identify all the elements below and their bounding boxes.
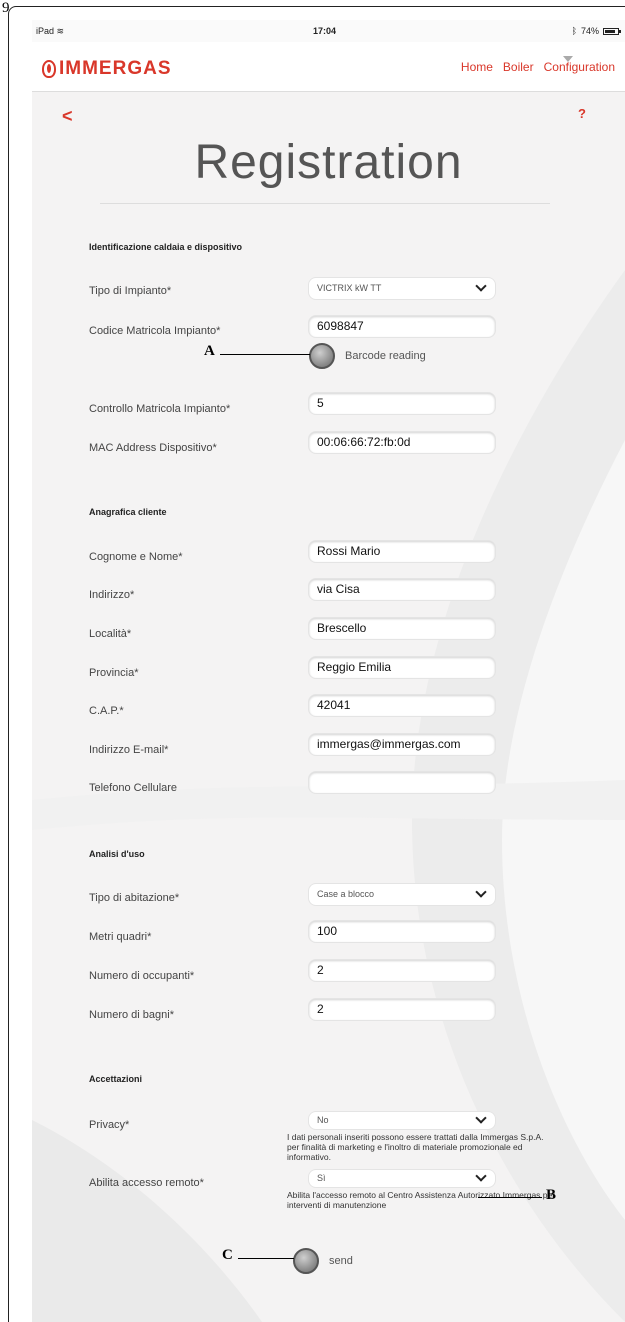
accesso-remoto-label: Abilita accesso remoto*: [89, 1177, 204, 1189]
accesso-remoto-note: Abilita l'accesso remoto al Centro Assis…: [287, 1190, 556, 1210]
codice-matricola-input[interactable]: 6098847: [309, 316, 495, 337]
tipo-abitazione-label: Tipo di abitazione*: [89, 892, 180, 904]
localita-input[interactable]: Brescello: [309, 618, 495, 639]
status-bar: iPad ≋ 17:04 ᛒ 74%: [32, 20, 625, 42]
bagni-label: Numero di bagni*: [89, 1009, 174, 1021]
send-label: send: [329, 1255, 353, 1267]
nav-home[interactable]: Home: [461, 60, 493, 74]
occupanti-label: Numero di occupanti*: [89, 970, 195, 982]
section-accettazioni: Accettazioni: [89, 1074, 143, 1084]
tipo-impianto-value: VICTRIX kW TT: [317, 283, 382, 293]
section-analisi: Analisi d'uso: [89, 849, 145, 859]
cognome-nome-label: Cognome e Nome*: [89, 551, 183, 563]
accesso-remoto-select[interactable]: Sì: [309, 1170, 495, 1187]
tipo-abitazione-select[interactable]: Case a blocco: [309, 884, 495, 905]
cap-label: C.A.P.*: [89, 705, 124, 717]
nav-bar: IMMERGAS Home Boiler Configuration: [32, 42, 625, 92]
callout-b: B: [546, 1187, 557, 1203]
telefono-input[interactable]: [309, 772, 495, 793]
barcode-reading-button[interactable]: [309, 343, 335, 369]
help-button[interactable]: ?: [578, 106, 586, 121]
metri-quadri-input[interactable]: 100: [309, 921, 495, 942]
battery-icon: [603, 27, 621, 35]
mac-address-label: MAC Address Dispositivo*: [89, 442, 217, 454]
controllo-matricola-input[interactable]: 5: [309, 393, 495, 414]
tipo-impianto-select[interactable]: VICTRIX kW TT: [309, 278, 495, 299]
privacy-note: I dati personali inseriti possono essere…: [287, 1132, 544, 1162]
chevron-down-icon: [475, 1112, 487, 1124]
codice-matricola-label: Codice Matricola Impianto*: [89, 325, 221, 337]
email-label: Indirizzo E-mail*: [89, 744, 169, 756]
status-time: 17:04: [313, 26, 337, 36]
telefono-label: Telefono Cellulare: [89, 782, 178, 794]
bluetooth-icon: ᛒ: [571, 26, 577, 36]
section-anagrafica: Anagrafica cliente: [89, 507, 167, 517]
page-title: Registration: [194, 136, 463, 189]
indirizzo-input[interactable]: via Cisa: [309, 579, 495, 600]
cap-input[interactable]: 42041: [309, 695, 495, 716]
send-button[interactable]: [293, 1248, 319, 1274]
chevron-down-icon: [475, 1170, 487, 1182]
occupanti-input[interactable]: 2: [309, 960, 495, 981]
callout-b-leader: [478, 1197, 542, 1198]
controllo-matricola-label: Controllo Matricola Impianto*: [89, 403, 231, 415]
callout-c-leader: [238, 1258, 294, 1259]
nav-links: Home Boiler Configuration: [461, 60, 615, 74]
section-identificazione: Identificazione caldaia e dispositivo: [89, 242, 243, 252]
localita-label: Località*: [89, 628, 132, 640]
provincia-label: Provincia*: [89, 667, 139, 679]
brand-name: IMMERGAS: [59, 58, 172, 79]
mac-address-input[interactable]: 00:06:66:72:fb:0d: [309, 432, 495, 453]
ipad-screen: iPad ≋ 17:04 ᛒ 74% IMMERGAS Home Boiler …: [32, 20, 625, 1322]
active-tab-indicator: [563, 56, 573, 62]
brand-logo[interactable]: IMMERGAS: [42, 58, 172, 80]
callout-a-leader: [220, 354, 310, 355]
privacy-value: No: [317, 1115, 329, 1125]
barcode-reading-label: Barcode reading: [345, 350, 426, 362]
chevron-down-icon: [475, 280, 487, 292]
cognome-nome-input[interactable]: Rossi Mario: [309, 541, 495, 562]
nav-configuration[interactable]: Configuration: [544, 60, 615, 74]
email-input[interactable]: immergas@immergas.com: [309, 734, 495, 755]
title-divider: [100, 203, 550, 204]
chevron-down-icon: [475, 886, 487, 898]
back-chevron-icon[interactable]: <: [62, 106, 73, 127]
status-device: iPad ≋: [36, 26, 65, 36]
privacy-label: Privacy*: [89, 1119, 130, 1131]
battery-percent: 74%: [580, 26, 599, 36]
provincia-input[interactable]: Reggio Emilia: [309, 657, 495, 678]
callout-c: C: [222, 1247, 233, 1263]
nav-boiler[interactable]: Boiler: [503, 60, 534, 74]
tipo-abitazione-value: Case a blocco: [317, 889, 375, 899]
tipo-impianto-label: Tipo di Impianto*: [89, 285, 172, 297]
metri-quadri-label: Metri quadri*: [89, 931, 152, 943]
status-right: ᛒ 74%: [571, 26, 621, 36]
wifi-icon: ≋: [56, 26, 65, 36]
immergas-logo-icon: [42, 60, 56, 78]
privacy-select[interactable]: No: [309, 1112, 495, 1129]
bagni-input[interactable]: 2: [309, 999, 495, 1020]
indirizzo-label: Indirizzo*: [89, 589, 135, 601]
callout-a: A: [204, 343, 215, 359]
accesso-remoto-value: Sì: [317, 1173, 326, 1183]
